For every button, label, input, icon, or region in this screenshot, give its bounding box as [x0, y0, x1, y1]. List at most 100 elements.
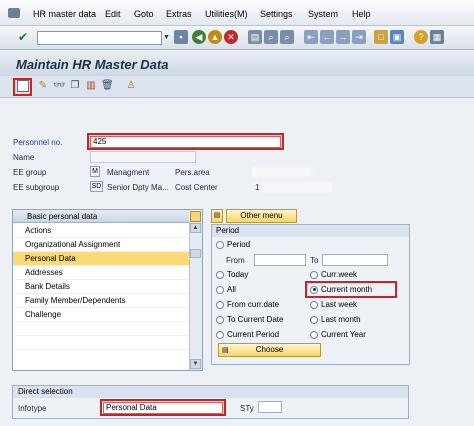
radio-from-curr-date[interactable]: From curr.date [216, 300, 279, 309]
list-item-empty [13, 336, 189, 350]
find-icon[interactable]: ⌕ [264, 30, 278, 44]
radio-button[interactable] [310, 315, 318, 324]
ee-group-label: EE group [13, 168, 47, 177]
display-icon[interactable]: 👓 [53, 80, 65, 92]
help-icon[interactable]: ? [414, 30, 428, 44]
to-date-input[interactable] [322, 254, 388, 266]
command-dropdown-icon[interactable]: ▼ [163, 31, 170, 45]
radio-button[interactable] [216, 315, 224, 324]
radio-current-period[interactable]: Current Period [216, 330, 279, 339]
list-item[interactable]: Family Member/Dependents [13, 294, 189, 308]
page-title: Maintain HR Master Data [16, 57, 169, 72]
radio-today[interactable]: Today [216, 270, 248, 279]
radio-last-month[interactable]: Last month [310, 315, 361, 324]
list-item-selected[interactable]: Personal Data [13, 252, 189, 266]
delete-icon[interactable]: 🗑 [101, 80, 114, 92]
delimit-icon[interactable]: ▥ [85, 80, 97, 92]
previous-page-icon[interactable]: ← [320, 30, 334, 44]
last-page-icon[interactable]: ⇥ [352, 30, 366, 44]
cancel-icon[interactable]: ✕ [224, 30, 238, 44]
scroll-up-icon[interactable]: ▲ [190, 223, 201, 233]
change-icon[interactable]: ✎ [37, 80, 49, 92]
personnel-no-highlight [87, 133, 284, 150]
radio-label: To Current Date [227, 315, 284, 324]
radio-to-current-date[interactable]: To Current Date [216, 315, 283, 324]
other-menu-icon[interactable]: ▤ [211, 209, 223, 223]
pers-area-value-redacted [252, 167, 312, 177]
menu-edit[interactable]: Edit [105, 9, 121, 19]
list-item[interactable]: Addresses [13, 266, 189, 280]
radio-label: Current Year [321, 330, 366, 339]
menu-hr-master-data[interactable]: HR master data [33, 9, 96, 19]
radio-label: Today [227, 270, 249, 279]
system-menu-icon[interactable] [8, 8, 20, 18]
find-next-icon[interactable]: ⌕ [280, 30, 294, 44]
overview-person-icon[interactable]: ♙ [125, 80, 137, 92]
radio-current-year[interactable]: Current Year [310, 330, 366, 339]
radio-button[interactable] [310, 270, 318, 279]
choose-button[interactable]: ▤ Choose [218, 343, 321, 357]
cost-center-value: 1 [255, 183, 260, 192]
list-item[interactable]: Challenge [13, 308, 189, 322]
name-label: Name [13, 153, 35, 162]
subtype-input[interactable] [258, 401, 282, 413]
radio-button[interactable] [216, 300, 224, 309]
radio-button[interactable] [216, 270, 224, 279]
choose-button-label: Choose [255, 345, 284, 354]
radio-label: Current Period [227, 330, 280, 339]
print-icon[interactable]: ▤ [248, 30, 262, 44]
first-page-icon[interactable]: ⇤ [304, 30, 318, 44]
scroll-thumb[interactable] [190, 249, 201, 258]
radio-last-week[interactable]: Last week [310, 300, 357, 309]
from-label: From [226, 256, 245, 265]
next-page-icon[interactable]: → [336, 30, 350, 44]
save-icon[interactable]: ▪ [174, 30, 188, 44]
radio-curr-week[interactable]: Curr.week [310, 270, 357, 279]
exit-icon[interactable]: ▲ [208, 30, 222, 44]
infotype-label: Infotype [18, 404, 47, 413]
menu-utilities[interactable]: Utilities(M) [205, 9, 248, 19]
command-field[interactable] [37, 31, 162, 45]
radio-all[interactable]: All [216, 285, 236, 294]
list-scrollbar[interactable] [189, 222, 202, 370]
radio-button[interactable] [310, 300, 318, 309]
name-field [90, 151, 196, 163]
scroll-down-icon[interactable]: ▼ [190, 359, 201, 369]
menu-extras[interactable]: Extras [166, 9, 192, 19]
create-icon[interactable] [17, 80, 29, 92]
list-item[interactable]: Organizational Assignment [13, 238, 189, 252]
ee-subgroup-label: EE subgroup [13, 183, 60, 192]
copy-icon[interactable]: ❐ [69, 80, 81, 92]
menu-settings[interactable]: Settings [260, 9, 293, 19]
back-icon[interactable]: ◀ [192, 30, 206, 44]
sty-label: STy [240, 404, 254, 413]
layout-menu-icon[interactable]: ▦ [430, 30, 444, 44]
radio-button[interactable] [216, 240, 224, 249]
personnel-no-label: Personnel no. [13, 138, 63, 147]
ee-group-text: Managment [107, 168, 150, 177]
radio-label: Period [227, 240, 251, 249]
from-date-input[interactable] [254, 254, 306, 266]
radio-label: Last month [321, 315, 361, 324]
pers-area-label: Pers.area [175, 168, 210, 177]
menu-system[interactable]: System [308, 9, 338, 19]
menu-goto[interactable]: Goto [134, 9, 154, 19]
cost-center-text-redacted [262, 182, 332, 192]
shortcut-icon[interactable]: ▣ [390, 30, 404, 44]
table-settings-icon[interactable] [190, 211, 201, 222]
radio-button[interactable] [310, 330, 318, 339]
list-item[interactable]: Actions [13, 224, 189, 238]
other-menu-button[interactable]: Other menu [226, 209, 297, 223]
list-item[interactable]: Bank Details [13, 280, 189, 294]
radio-label: From curr.date [227, 300, 280, 309]
radio-button[interactable] [216, 330, 224, 339]
ee-subgroup-text: Senior Dpty Ma... [107, 183, 169, 192]
direct-selection-title: Direct selection [13, 386, 408, 398]
radio-button[interactable] [216, 285, 224, 294]
enter-checkmark-icon[interactable]: ✔ [16, 30, 30, 44]
create-session-icon[interactable]: □ [374, 30, 388, 44]
ee-group-code: M [90, 166, 100, 177]
radio-period[interactable]: Period [216, 240, 250, 249]
menu-help[interactable]: Help [352, 9, 371, 19]
cost-center-label: Cost Center [175, 183, 218, 192]
